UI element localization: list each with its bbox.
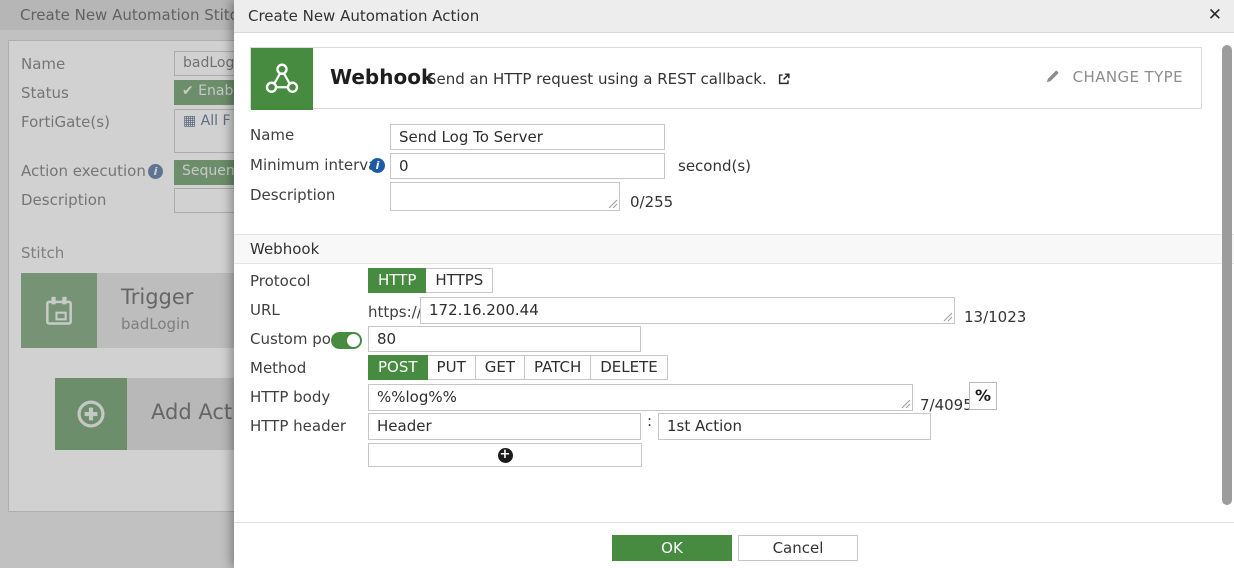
method-option-delete[interactable]: DELETE xyxy=(591,355,668,380)
url-prefix: https:// xyxy=(368,303,422,321)
method-option-post[interactable]: POST xyxy=(368,355,428,380)
method-label: Method xyxy=(250,359,306,377)
create-automation-action-dialog: Create New Automation Action ✕ Webhook S… xyxy=(234,0,1234,568)
url-input[interactable]: 172.16.200.44 xyxy=(420,297,955,324)
webhook-section-header: Webhook xyxy=(234,234,1234,264)
header-key-input[interactable]: Header xyxy=(368,413,641,440)
change-type-button[interactable]: CHANGE TYPE xyxy=(1045,68,1183,86)
url-label: URL xyxy=(250,301,280,319)
webhook-icon xyxy=(251,48,313,110)
protocol-segmented-control: HTTP HTTPS xyxy=(368,268,493,293)
dialog-titlebar: Create New Automation Action ✕ xyxy=(234,0,1234,33)
custom-port-toggle[interactable] xyxy=(331,332,362,349)
resize-handle-icon[interactable] xyxy=(943,312,953,322)
description-textarea[interactable] xyxy=(390,182,620,211)
dialog-footer: OK Cancel xyxy=(234,522,1234,568)
ok-button[interactable]: OK xyxy=(612,535,732,561)
custom-port-label: Custom port xyxy=(250,330,343,348)
webhook-section-label: Webhook xyxy=(250,240,319,258)
header-separator: : xyxy=(647,412,652,430)
insert-variable-button[interactable]: % xyxy=(969,382,997,410)
method-option-patch[interactable]: PATCH xyxy=(525,355,591,380)
name-input[interactable]: Send Log To Server xyxy=(390,124,665,150)
description-counter: 0/255 xyxy=(630,193,673,211)
custom-port-input[interactable]: 80 xyxy=(368,326,641,352)
http-header-label: HTTP header xyxy=(250,417,346,435)
protocol-option-http[interactable]: HTTP xyxy=(368,268,426,293)
seconds-suffix: second(s) xyxy=(678,157,751,175)
external-link-icon xyxy=(777,72,791,86)
header-value-input[interactable]: 1st Action xyxy=(658,413,931,440)
pencil-icon xyxy=(1045,69,1060,84)
action-type-card: Webhook Send an HTTP request using a RES… xyxy=(250,47,1202,109)
method-segmented-control: POST PUT GET PATCH DELETE xyxy=(368,355,668,380)
add-header-button[interactable]: + xyxy=(368,443,642,467)
action-type-description: Send an HTTP request using a REST callba… xyxy=(427,70,791,88)
close-icon[interactable]: ✕ xyxy=(1208,5,1222,25)
plus-icon: + xyxy=(498,448,513,463)
cancel-button[interactable]: Cancel xyxy=(738,535,858,561)
method-option-put[interactable]: PUT xyxy=(428,355,476,380)
info-icon: i xyxy=(370,158,385,173)
protocol-option-https[interactable]: HTTPS xyxy=(426,268,493,293)
description-label: Description xyxy=(250,186,335,204)
method-option-get[interactable]: GET xyxy=(476,355,525,380)
resize-handle-icon[interactable] xyxy=(608,199,618,209)
http-body-textarea[interactable]: %%log%% xyxy=(368,384,913,411)
http-body-counter: 7/4095 xyxy=(920,396,973,414)
dialog-title: Create New Automation Action xyxy=(248,7,479,25)
resize-handle-icon[interactable] xyxy=(901,399,911,409)
minimum-interval-label: Minimum interval xyxy=(250,156,381,174)
http-body-label: HTTP body xyxy=(250,388,330,406)
action-type-title: Webhook xyxy=(330,65,434,89)
toggle-knob xyxy=(347,334,360,347)
name-label: Name xyxy=(250,126,294,144)
minimum-interval-input[interactable]: 0 xyxy=(390,153,665,179)
url-counter: 13/1023 xyxy=(964,308,1026,326)
protocol-label: Protocol xyxy=(250,272,310,290)
dialog-scrollbar[interactable] xyxy=(1222,45,1232,505)
